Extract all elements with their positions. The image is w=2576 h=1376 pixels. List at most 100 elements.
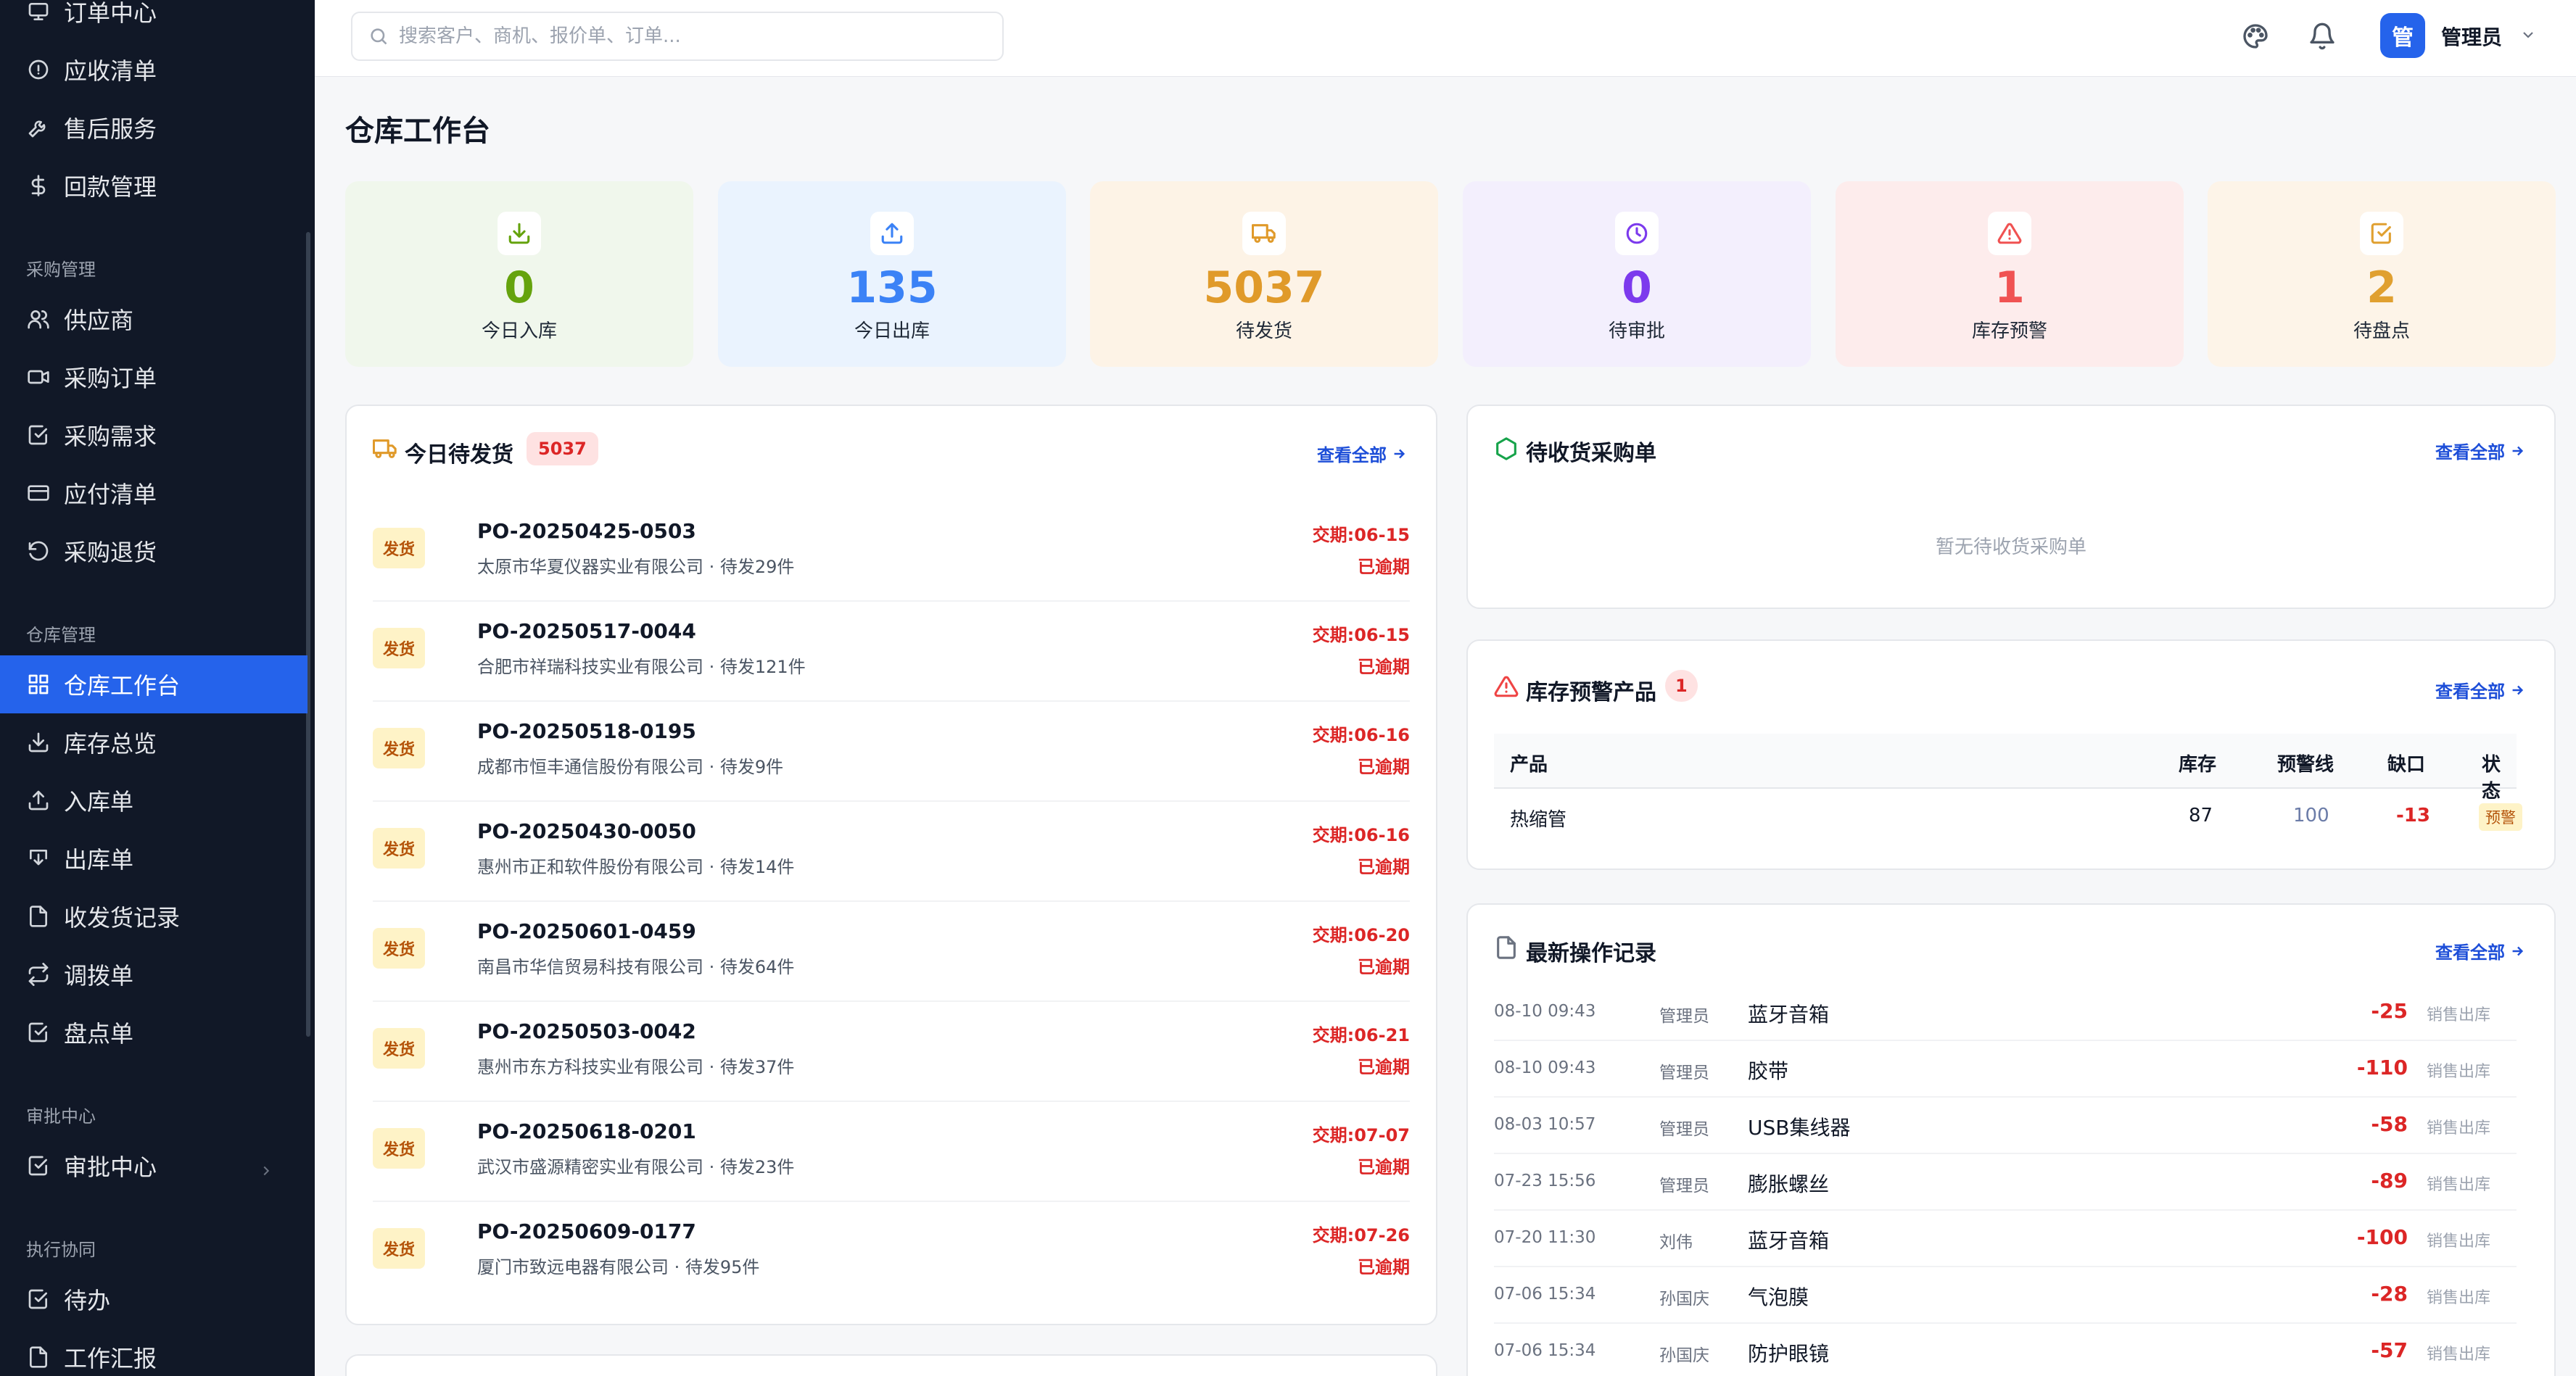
sidebar-item-purchase-requests[interactable]: 采购需求 [0,406,307,464]
clock-icon [1615,212,1659,255]
download-icon [498,212,541,255]
search-box[interactable] [351,12,1004,61]
next-card [345,1354,1437,1376]
truck-icon [372,436,399,463]
stat-label: 库存预警 [1971,320,2047,342]
po-number[interactable]: PO-20250601-0459 [477,919,696,943]
sidebar-item-purchase-orders[interactable]: 采购订单 [0,348,307,406]
shipment-row[interactable]: 发货 PO-20250518-0195 成都市恒丰通信股份有限公司 · 待发9件 交期… [373,702,1410,802]
stat-value: 0 [1622,262,1652,313]
sidebar-item-warehouse-dashboard[interactable]: 仓库工作台 [0,655,307,713]
sidebar-item-suppliers[interactable]: 供应商 [0,290,307,348]
view-all-link[interactable]: 查看全部 [1317,441,1407,466]
count-badge: 5037 [527,432,598,465]
alert-circle-icon [26,57,51,82]
stat-label: 待审批 [1608,320,1665,342]
stat-card-pending-approval[interactable]: 0 待审批 [1463,181,1811,367]
shipment-row[interactable]: 发货 PO-20250601-0459 南昌市华信贸易科技有限公司 · 待发64件 交… [373,902,1410,1002]
rotate-ccw-icon [26,539,51,563]
due-date: 交期:06-20 [1312,925,1410,945]
stat-card-inbound-today[interactable]: 0 今日入库 [345,181,693,367]
log-type: 销售出库 [2426,1063,2490,1081]
pending-receipts-card: 待收货采购单 查看全部 暂无待收货采购单 [1466,405,2556,609]
sidebar-item-stocktake[interactable]: 盘点单 [0,1003,307,1061]
bell-icon[interactable] [2306,20,2338,52]
shipment-details: 太原市华夏仪器实业有限公司 · 待发29件 [477,557,795,577]
sidebar-item-transfers[interactable]: 调拨单 [0,945,307,1003]
chevron-right-icon [258,1157,274,1176]
shipment-row[interactable]: 发货 PO-20250609-0177 厦门市致远电器有限公司 · 待发95件 交期:… [373,1202,1410,1302]
sidebar-item-approval-center[interactable]: 审批中心 [0,1137,307,1195]
search-input[interactable] [399,25,979,47]
chevron-down-icon[interactable] [2519,26,2537,43]
sidebar-item-orders[interactable]: 订单中心 [0,0,307,41]
po-number[interactable]: PO-20250518-0195 [477,719,696,743]
log-row[interactable]: 07-06 15:34 孙国庆 气泡膜 -28 销售出库 [1494,1267,2517,1324]
arrow-right-icon [2512,946,2524,956]
ship-tag-badge: 发货 [373,1028,425,1069]
overdue-status: 已逾期 [1358,557,1410,577]
sidebar-item-work-report[interactable]: 工作汇报 [0,1328,307,1376]
stat-label: 待发货 [1235,320,1292,342]
log-type: 销售出库 [2426,1006,2490,1024]
shipment-details: 成都市恒丰通信股份有限公司 · 待发9件 [477,757,784,777]
shipment-row[interactable]: 发货 PO-20250430-0050 惠州市正和软件股份有限公司 · 待发14件 交… [373,802,1410,902]
log-row[interactable]: 08-10 09:43 管理员 胶带 -110 销售出库 [1494,1041,2517,1098]
po-number[interactable]: PO-20250425-0503 [477,519,696,543]
sidebar-item-purchase-returns[interactable]: 采购退货 [0,522,307,580]
stat-card-pending-stocktake[interactable]: 2 待盘点 [2208,181,2556,367]
shipment-row[interactable]: 发货 PO-20250517-0044 合肥市祥瑞科技实业有限公司 · 待发121件… [373,602,1410,702]
sidebar-item-after-sales[interactable]: 售后服务 [0,99,307,157]
sidebar-item-inventory[interactable]: 库存总览 [0,713,307,771]
log-item: 胶带 [1748,1059,1789,1083]
po-number[interactable]: PO-20250503-0042 [477,1019,696,1043]
shipment-row[interactable]: 发货 PO-20250618-0201 武汉市盛源精密实业有限公司 · 待发23件 交… [373,1102,1410,1202]
log-quantity: -57 [2371,1338,2408,1362]
sidebar-item-payables[interactable]: 应付清单 [0,464,307,522]
table-header: 产品 库存 预警线 缺口 状态 [1494,734,2517,803]
cell-threshold: 100 [2293,805,2329,826]
sidebar-item-inbound[interactable]: 入库单 [0,771,307,829]
stat-card-pending-shipment[interactable]: 5037 待发货 [1090,181,1438,367]
sidebar-item-label: 待办 [64,1287,111,1314]
shipment-details: 厦门市致远电器有限公司 · 待发95件 [477,1257,760,1277]
video-icon [26,365,51,389]
stat-card-outbound-today[interactable]: 135 今日出库 [718,181,1066,367]
po-number[interactable]: PO-20250609-0177 [477,1219,696,1243]
view-all-link[interactable]: 查看全部 [2435,677,2525,702]
arrow-right-icon [1394,449,1405,458]
po-number[interactable]: PO-20250517-0044 [477,619,696,643]
shipment-row[interactable]: 发货 PO-20250425-0503 太原市华夏仪器实业有限公司 · 待发29件 交… [373,502,1410,602]
shipment-details: 合肥市祥瑞科技实业有限公司 · 待发121件 [477,657,806,677]
overdue-status: 已逾期 [1358,857,1410,877]
overdue-status: 已逾期 [1358,1157,1410,1177]
overdue-status: 已逾期 [1358,957,1410,977]
stat-label: 今日入库 [481,320,557,342]
log-quantity: -25 [2371,999,2408,1023]
sidebar-item-label: 应付清单 [64,481,157,508]
status-badge: 预警 [2479,803,2522,831]
sidebar-item-outbound[interactable]: 出库单 [0,829,307,887]
sidebar-item-payments[interactable]: 回款管理 [0,157,307,215]
sidebar-item-receivables[interactable]: 应收清单 [0,41,307,99]
log-row[interactable]: 07-06 15:34 孙国庆 防护眼镜 -57 销售出库 [1494,1324,2517,1376]
po-number[interactable]: PO-20250430-0050 [477,819,696,843]
log-row[interactable]: 08-03 10:57 管理员 USB集线器 -58 销售出库 [1494,1098,2517,1154]
log-row[interactable]: 08-10 09:43 管理员 蓝牙音箱 -25 销售出库 [1494,985,2517,1041]
sidebar-item-shipping-records[interactable]: 收发货记录 [0,887,307,945]
po-number[interactable]: PO-20250618-0201 [477,1119,696,1143]
log-row[interactable]: 07-20 11:30 刘伟 蓝牙音箱 -100 销售出库 [1494,1211,2517,1267]
user-name[interactable]: 管理员 [2441,22,2502,51]
stat-card-stock-alert[interactable]: 1 库存预警 [1836,181,2184,367]
palette-icon[interactable] [2239,20,2271,52]
table-row[interactable]: 热缩管 87 100 -13 预警 [1494,789,2522,845]
ship-tag-badge: 发货 [373,828,425,869]
shipment-row[interactable]: 发货 PO-20250503-0042 惠州市东方科技实业有限公司 · 待发37件 交… [373,1002,1410,1102]
log-row[interactable]: 07-23 15:56 管理员 膨胀螺丝 -89 销售出库 [1494,1154,2517,1211]
wrench-icon [26,115,51,140]
sidebar-item-todo[interactable]: 待办 [0,1270,307,1328]
sidebar-item-label: 入库单 [64,788,134,816]
view-all-link[interactable]: 查看全部 [2435,938,2525,963]
view-all-link[interactable]: 查看全部 [2435,438,2525,463]
avatar[interactable]: 管 [2380,13,2425,58]
